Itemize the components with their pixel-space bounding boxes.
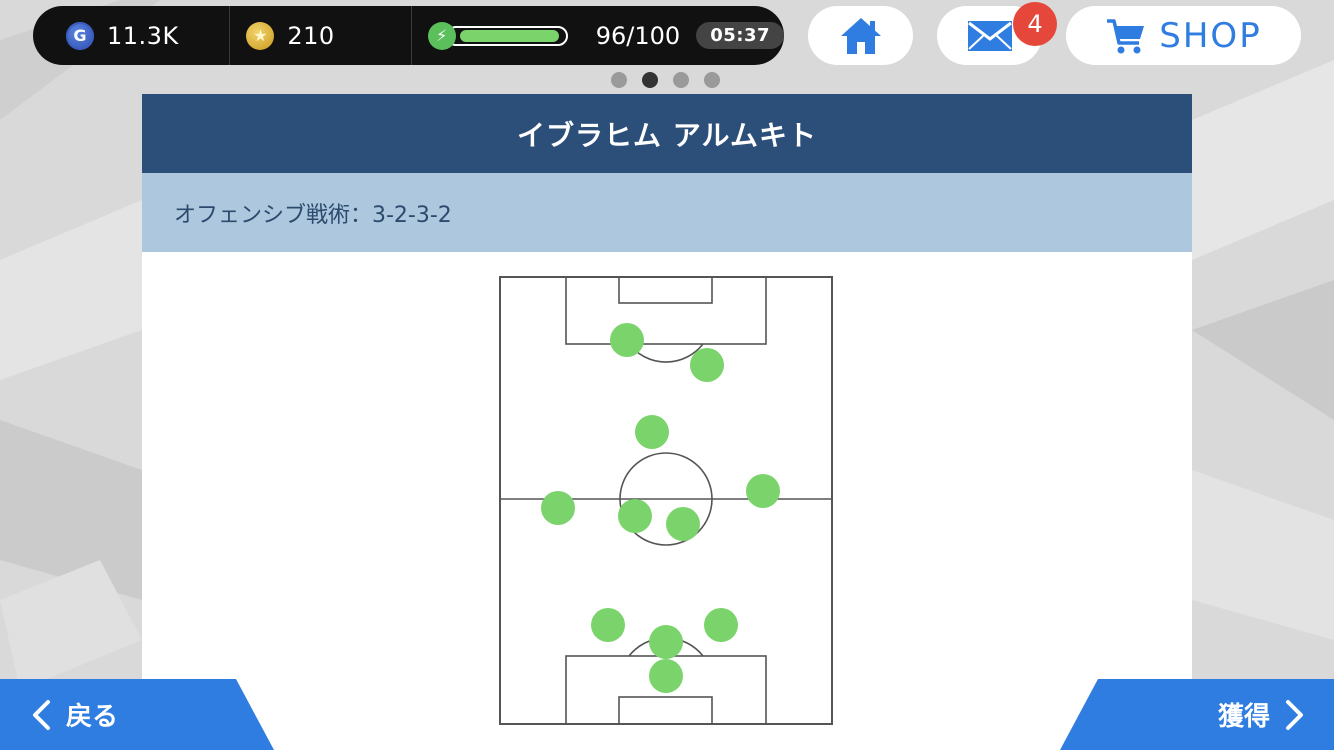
status-bar: G 11.3K ★ 210 ⚡ 96/100 05:37	[33, 6, 784, 65]
gold-currency-icon: G	[66, 21, 94, 50]
back-button[interactable]: 戻る	[0, 679, 274, 750]
shop-button[interactable]: SHOP	[1066, 6, 1301, 65]
player-dot	[618, 499, 652, 533]
shop-label: SHOP	[1159, 15, 1262, 56]
players	[541, 323, 780, 693]
page-indicator	[611, 72, 720, 88]
home-icon	[840, 17, 881, 54]
energy-timer: 05:37	[696, 22, 784, 49]
energy-bar-fill	[459, 29, 559, 42]
energy-stat[interactable]: ⚡ 96/100 05:37	[412, 6, 784, 65]
bottom-goal-box	[618, 696, 713, 725]
star-coin-icon: ★	[246, 21, 275, 50]
player-dot	[635, 415, 669, 449]
player-dot	[591, 608, 625, 642]
back-label: 戻る	[66, 702, 119, 732]
coin-stat[interactable]: ★ 210	[230, 6, 413, 65]
player-dot	[649, 659, 683, 693]
cart-icon	[1107, 18, 1145, 53]
chevron-right-icon	[1286, 699, 1303, 730]
player-dot	[666, 507, 700, 541]
player-dot	[649, 625, 683, 659]
get-button[interactable]: 獲得	[1060, 679, 1334, 750]
pitch-diagram	[499, 276, 833, 725]
formation-panel: イブラヒム アルムキト オフェンシブ戦術：3-2-3-2	[142, 94, 1192, 750]
chevron-left-icon	[33, 699, 50, 730]
pitch	[499, 276, 835, 732]
energy-bar	[445, 25, 568, 46]
energy-value: 96/100	[595, 21, 681, 50]
manager-name: イブラヒム アルムキト	[142, 94, 1192, 173]
player-dot	[690, 348, 724, 382]
page-dot[interactable]	[673, 72, 689, 88]
top-goal-box	[618, 276, 713, 304]
page-dot-active[interactable]	[642, 72, 658, 88]
player-dot	[746, 474, 780, 508]
player-dot	[610, 323, 644, 357]
home-button[interactable]	[808, 6, 913, 65]
lightning-icon: ⚡	[427, 21, 456, 50]
gold-stat[interactable]: G 11.3K	[33, 6, 231, 65]
page-dot[interactable]	[611, 72, 627, 88]
mail-icon	[967, 20, 1012, 51]
top-penalty-box	[565, 276, 767, 345]
gold-value: 11.3K	[107, 21, 179, 50]
coin-value: 210	[287, 21, 335, 50]
mail-badge: 4	[1013, 2, 1057, 46]
player-dot	[541, 491, 575, 525]
tactic-label: オフェンシブ戦術：3-2-3-2	[142, 173, 1192, 252]
get-label: 獲得	[1217, 702, 1270, 732]
page-dot[interactable]	[704, 72, 720, 88]
player-dot	[704, 608, 738, 642]
